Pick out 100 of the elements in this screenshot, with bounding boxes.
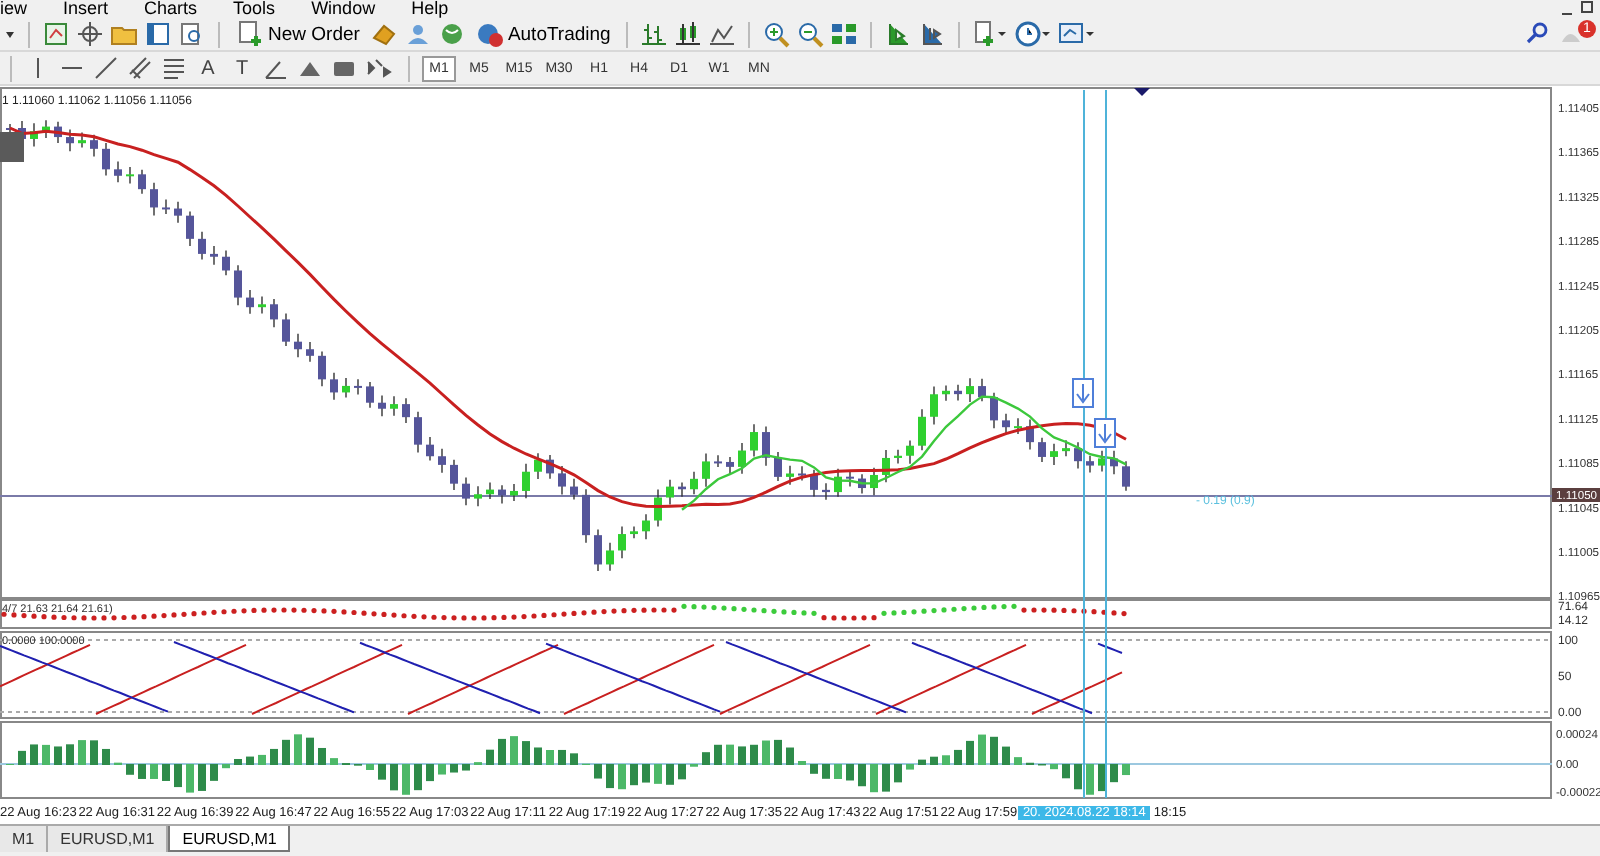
candle — [1002, 413, 1010, 434]
candle — [750, 423, 758, 458]
candle — [942, 384, 950, 402]
tile-windows-icon[interactable] — [830, 20, 859, 48]
text-tool[interactable]: T — [228, 57, 256, 79]
candle — [582, 488, 590, 544]
bar-chart-icon[interactable] — [640, 20, 669, 48]
crosshair-icon[interactable] — [76, 20, 104, 48]
candle — [474, 485, 482, 507]
candle — [138, 168, 146, 195]
clock-dropdown-icon[interactable] — [1014, 20, 1053, 48]
search-icon[interactable] — [1524, 20, 1548, 48]
zoom-in-icon[interactable] — [762, 20, 791, 48]
candle — [930, 385, 938, 426]
channel-icon[interactable] — [126, 54, 154, 82]
candlestick-icon[interactable] — [674, 20, 703, 48]
candle — [834, 468, 842, 498]
magnifier-document-icon[interactable] — [178, 20, 206, 48]
candle — [1038, 436, 1046, 463]
menu-item[interactable]: iew — [0, 0, 46, 18]
candle — [486, 481, 494, 500]
candle — [1050, 443, 1058, 466]
candle — [762, 425, 770, 467]
chart-shift-icon[interactable] — [884, 20, 913, 48]
down-arrow-icon[interactable] — [1094, 418, 1116, 448]
candle — [186, 210, 194, 247]
line-chart-icon[interactable] — [708, 20, 737, 48]
candle — [498, 484, 506, 505]
candle — [510, 483, 518, 502]
menu-item[interactable]: Help — [393, 0, 467, 18]
candle — [894, 448, 902, 465]
menu-item[interactable]: Charts — [126, 0, 216, 18]
window-icon[interactable] — [144, 20, 172, 48]
menu-item[interactable]: Insert — [45, 0, 127, 18]
candle — [786, 464, 794, 486]
candle — [546, 454, 554, 480]
candle — [702, 452, 710, 488]
candle — [1014, 417, 1022, 435]
candle — [402, 397, 410, 424]
candle — [726, 456, 734, 475]
candle — [654, 488, 662, 528]
candle — [450, 459, 458, 491]
candle — [150, 182, 158, 217]
candle — [522, 463, 530, 499]
vertical-line[interactable] — [1105, 89, 1107, 799]
auto-scroll-icon[interactable] — [918, 20, 947, 48]
candle — [1026, 418, 1034, 451]
document-plus-icon[interactable] — [236, 20, 264, 48]
candle — [126, 166, 134, 185]
auto-trading-button[interactable]: AutoTrading — [471, 20, 615, 48]
candle — [738, 442, 746, 475]
candle — [810, 468, 818, 498]
fibonacci-icon[interactable] — [160, 54, 188, 82]
candle — [246, 289, 254, 315]
candle — [822, 482, 830, 501]
eraser-icon[interactable] — [369, 20, 398, 48]
candle — [630, 525, 638, 539]
candle — [294, 333, 302, 358]
candle — [870, 467, 878, 496]
candle — [594, 528, 602, 572]
candle — [1110, 450, 1118, 475]
candle — [1122, 460, 1130, 492]
vertical-line[interactable] — [1083, 89, 1085, 799]
trend-line-icon[interactable] — [92, 54, 120, 82]
candle — [1098, 450, 1106, 473]
candle — [234, 264, 242, 306]
candle — [198, 231, 206, 261]
triangle-marker-icon — [1134, 88, 1150, 96]
candle — [390, 395, 398, 417]
menu-item[interactable]: Tools — [215, 0, 294, 18]
new-order-button[interactable]: New Order — [232, 20, 364, 48]
template-dropdown-icon[interactable] — [972, 20, 1009, 48]
candle — [342, 377, 350, 399]
menu-item[interactable]: Window — [293, 0, 394, 18]
candle — [282, 312, 290, 347]
candle — [222, 249, 230, 276]
candle — [162, 198, 170, 215]
candle — [666, 478, 674, 506]
candle — [606, 542, 614, 572]
candle — [210, 245, 218, 266]
text-tool[interactable]: A — [194, 57, 222, 79]
candle — [114, 160, 122, 184]
window-dropdown-icon[interactable] — [1058, 20, 1097, 48]
chart-tab[interactable]: EURUSD,M1 — [168, 826, 291, 852]
new-chart-icon[interactable] — [42, 20, 70, 48]
candle — [954, 384, 962, 402]
arrows-dropdown-icon[interactable] — [364, 54, 396, 82]
candle — [54, 121, 62, 144]
candle — [438, 447, 446, 474]
down-arrow-icon[interactable] — [1072, 378, 1094, 408]
marker-box — [0, 132, 24, 162]
chart-tab[interactable]: M1 — [0, 826, 49, 852]
candle — [354, 378, 362, 396]
zoom-out-icon[interactable] — [796, 20, 825, 48]
globe-icon[interactable] — [437, 20, 466, 48]
chart-tab[interactable]: EURUSD,M1 — [48, 826, 169, 852]
candle — [174, 201, 182, 224]
candle — [90, 133, 98, 158]
candle — [966, 377, 974, 403]
candle — [462, 476, 470, 506]
